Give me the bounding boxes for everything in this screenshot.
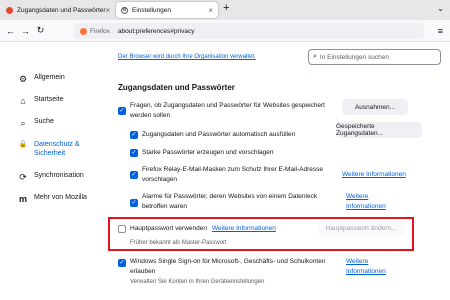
firefox-favicon-icon <box>6 6 13 14</box>
sidebar-item-label: Synchronisation <box>34 172 84 179</box>
firefox-icon <box>80 27 87 35</box>
sidebar-item-search[interactable]: ⌕ Suche <box>18 118 108 140</box>
org-managed-link[interactable]: Der Browser wird durch Ihre Organisation… <box>118 54 256 60</box>
tab-passwords[interactable]: Zugangsdaten und Passwörter × <box>1 2 113 18</box>
tab-title: Einstellungen <box>132 6 172 14</box>
forward-icon[interactable]: → <box>18 26 33 36</box>
relay-more-info-link[interactable]: Weitere Informationen <box>342 170 406 180</box>
sidebar-item-privacy[interactable]: 🔒 Datenschutz & Sicherheit <box>18 140 108 172</box>
breach-more-info-link[interactable]: Weitere Informationen <box>346 192 396 212</box>
sync-icon: ⟳ <box>19 172 27 182</box>
new-tab-button[interactable]: + <box>223 2 229 14</box>
section-title: Zugangsdaten und Passwörter <box>118 83 235 92</box>
autofill-label: Zugangsdaten und Passwörter automatisch … <box>142 131 296 138</box>
sidebar-item-home[interactable]: ⌂ Startseite <box>18 96 108 118</box>
menu-icon[interactable]: ≡ <box>438 26 443 36</box>
exceptions-button[interactable]: Ausnahmen... <box>342 99 408 115</box>
sidebar-item-label: Suche <box>34 118 54 125</box>
browser-brand: Firefox <box>90 27 110 35</box>
back-icon[interactable]: ← <box>3 26 18 36</box>
sidebar-item-label: Mehr von Mozilla <box>34 194 87 201</box>
relay-label: Firefox Relay-E-Mail-Masken zum Schutz I… <box>142 166 323 183</box>
strong-passwords-checkbox[interactable]: ✓ <box>130 149 138 157</box>
sidebar-item-mozilla[interactable]: m Mehr von Mozilla <box>18 194 108 216</box>
reload-icon[interactable]: ↻ <box>33 25 48 36</box>
close-tab-icon[interactable]: × <box>106 6 111 15</box>
strong-passwords-label: Starke Passwörter erzeugen und vorschlag… <box>142 149 274 156</box>
list-tabs-icon[interactable]: ⌄ <box>437 4 444 13</box>
relay-checkbox[interactable]: ✓ <box>130 171 138 179</box>
ask-save-checkbox[interactable]: ✓ <box>118 107 126 115</box>
breach-alerts-checkbox[interactable]: ✓ <box>130 199 138 207</box>
sso-note: Verwalten Sie Konten in Ihren Geräteeins… <box>130 279 265 285</box>
lock-icon: 🔒 <box>18 141 28 148</box>
search-placeholder: In Einstellungen suchen <box>319 53 389 61</box>
settings-search-input[interactable]: ⌕ In Einstellungen suchen <box>308 49 441 65</box>
search-icon: ⌕ <box>313 53 317 60</box>
sso-checkbox[interactable]: ✓ <box>118 259 126 267</box>
saved-logins-button[interactable]: Gespeicherte Zugangsdaten... <box>336 122 422 138</box>
gear-favicon-icon: ⚙ <box>121 6 128 14</box>
tab-bar: Zugangsdaten und Passwörter × ⚙ Einstell… <box>0 0 450 20</box>
sso-more-info-link[interactable]: Weitere Informationen <box>346 257 396 277</box>
close-tab-icon[interactable]: × <box>208 6 213 15</box>
home-icon: ⌂ <box>20 96 26 106</box>
navigation-bar: ← → ↻ Firefox about:preferences#privacy … <box>0 20 450 42</box>
sidebar: ⚙ Allgemein ⌂ Startseite ⌕ Suche 🔒 Daten… <box>18 74 108 216</box>
highlight-box <box>108 217 414 251</box>
sidebar-item-general[interactable]: ⚙ Allgemein <box>18 74 108 96</box>
sidebar-item-label: Allgemein <box>34 74 65 81</box>
sidebar-item-label: Startseite <box>34 96 64 103</box>
ask-save-label: Fragen, ob Zugangsdaten und Passwörter f… <box>130 102 325 119</box>
search-icon: ⌕ <box>20 118 26 128</box>
autofill-checkbox[interactable]: ✓ <box>130 131 138 139</box>
tab-title: Zugangsdaten und Passwörter <box>17 6 106 14</box>
sidebar-item-sync[interactable]: ⟳ Synchronisation <box>18 172 108 194</box>
mozilla-icon: m <box>18 194 27 204</box>
tab-settings[interactable]: ⚙ Einstellungen × <box>116 2 218 18</box>
breach-alerts-label: Alarme für Passwörter, deren Websites vo… <box>142 193 318 210</box>
preferences-page: Der Browser wird durch Ihre Organisation… <box>0 42 450 300</box>
url-text[interactable]: about:preferences#privacy <box>118 28 195 35</box>
sidebar-item-label: Datenschutz & Sicherheit <box>34 141 80 157</box>
sso-label: Windows Single Sign-on für Microsoft-, G… <box>130 258 326 275</box>
url-bar[interactable]: Firefox about:preferences#privacy <box>74 23 424 39</box>
gear-icon: ⚙ <box>18 74 28 84</box>
